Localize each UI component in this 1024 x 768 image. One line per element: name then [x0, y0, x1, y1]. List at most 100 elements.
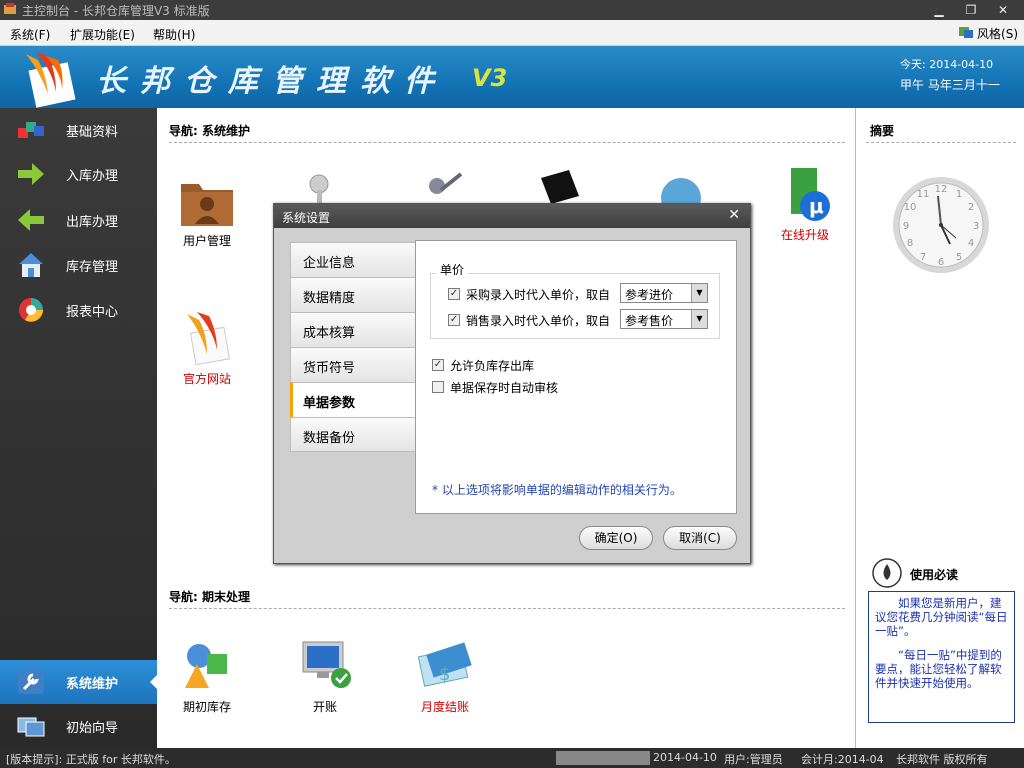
minimize-button[interactable]: ▁: [928, 2, 950, 18]
settings-tabs: 企业信息 数据精度 成本核算 货币符号 单据参数 数据备份: [290, 242, 416, 452]
windows-icon: [16, 712, 46, 740]
svg-text:2: 2: [968, 202, 974, 213]
chevron-down-icon: ▼: [691, 284, 707, 302]
svg-text:4: 4: [968, 238, 974, 249]
tile-label: 开账: [312, 700, 337, 714]
divider: [169, 142, 845, 143]
sidebar-item-label: 库存管理: [66, 260, 119, 275]
tile-user-management[interactable]: 用户管理: [167, 172, 247, 249]
tips-paragraph-2: “每日一贴”中提到的要点，能让您轻松了解软件并快速开始使用。: [875, 648, 1002, 690]
tile-label: 官方网站: [182, 372, 231, 386]
info-drop-icon: [872, 558, 902, 588]
select-value: 参考进价: [625, 288, 674, 302]
status-user: 用户:管理员: [724, 753, 783, 766]
document-params-panel: 单价 ✓ 采购录入时代入单价，取自 参考进价 ▼ ✓ 销售录入时代入单价，取自 …: [415, 240, 737, 514]
shapes-icon: [177, 638, 237, 694]
sidebar-item-basic-data[interactable]: 基础资料: [0, 108, 157, 152]
svg-text:12: 12: [935, 184, 948, 195]
tile-label: 在线升级: [780, 228, 829, 242]
svg-text:3: 3: [973, 221, 979, 232]
wrench-icon: [16, 668, 46, 696]
allow-negative-label: 允许负库存出库: [450, 359, 535, 373]
tab-cost-accounting[interactable]: 成本核算: [290, 312, 416, 347]
purchase-price-checkbox[interactable]: ✓: [448, 288, 460, 300]
globe-icon: [653, 174, 703, 218]
style-icon: [958, 24, 974, 43]
maximize-button[interactable]: ❐: [960, 2, 982, 18]
tab-company-info[interactable]: 企业信息: [290, 242, 416, 277]
monitor-icon: [535, 168, 585, 204]
tile-month-closing[interactable]: $ 月度结账: [405, 638, 485, 715]
svg-text:11: 11: [917, 189, 930, 200]
auto-audit-checkbox[interactable]: [432, 381, 444, 393]
window-title: 主控制台 - 长邦仓库管理V3 标准版: [22, 4, 210, 18]
tips-box: 如果您是新用户，建议您花费几分钟阅读“每日一贴”。 “每日一贴”中提到的要点，能…: [868, 591, 1015, 723]
logo-icon: [177, 310, 237, 366]
header-banner: 长邦仓库管理软件 V3 今天: 2014-04-10 甲午 马年三月十一: [0, 46, 1024, 108]
chevron-down-icon: ▼: [691, 310, 707, 328]
ok-button[interactable]: 确定(O): [579, 526, 653, 550]
tab-data-backup[interactable]: 数据备份: [290, 417, 416, 452]
summary-title: 摘要: [870, 124, 895, 138]
title-bar: 主控制台 - 长邦仓库管理V3 标准版 ▁ ❐ ✕: [0, 0, 1024, 20]
tile-opening-stock[interactable]: 期初库存: [167, 638, 247, 715]
dialog-title: 系统设置: [282, 211, 331, 225]
tab-document-params[interactable]: 单据参数: [290, 382, 416, 417]
svg-text:6: 6: [938, 257, 944, 268]
sidebar-item-label: 系统维护: [66, 677, 119, 692]
dialog-close-icon[interactable]: ✕: [728, 207, 740, 223]
sidebar-item-stock-out[interactable]: 出库办理: [0, 198, 157, 242]
status-bar: [版本提示]: 正式版 for 长邦软件。 2014-04-10 用户:管理员 …: [0, 748, 1024, 768]
app-version: V3: [472, 64, 508, 92]
menu-help[interactable]: 帮助(H): [153, 26, 195, 43]
tab-data-precision[interactable]: 数据精度: [290, 277, 416, 312]
status-period: 会计月:2014-04: [801, 753, 884, 766]
nav-system-title: 导航: 系统维护: [169, 124, 250, 138]
tab-currency-symbol[interactable]: 货币符号: [290, 347, 416, 382]
menu-system[interactable]: 系统(F): [10, 26, 50, 43]
app-title: 长邦仓库管理软件: [96, 64, 448, 99]
svg-text:7: 7: [920, 252, 926, 263]
style-label: 风格(S): [977, 27, 1018, 41]
house-icon: [16, 251, 46, 279]
tile-official-site[interactable]: 官方网站: [167, 310, 247, 387]
cancel-button[interactable]: 取消(C): [663, 526, 737, 550]
sales-price-checkbox[interactable]: ✓: [448, 314, 460, 326]
monitor-check-icon: [295, 638, 355, 694]
svg-text:μ: μ: [809, 194, 824, 218]
style-button[interactable]: 风格(S): [958, 24, 1018, 43]
tile-open-account[interactable]: 开账: [285, 638, 365, 715]
sidebar-item-system-maintenance[interactable]: 系统维护: [0, 660, 158, 704]
sidebar-item-inventory[interactable]: 库存管理: [0, 243, 157, 287]
sidebar-item-label: 入库办理: [66, 169, 119, 184]
tile-online-upgrade[interactable]: μ 在线升级: [765, 166, 845, 243]
sidebar-item-init-wizard[interactable]: 初始向导: [0, 704, 157, 748]
upgrade-icon: μ: [775, 166, 835, 222]
close-window-button[interactable]: ✕: [992, 2, 1014, 18]
arrow-right-icon: [16, 160, 46, 188]
divider: [169, 608, 845, 609]
sidebar-item-reports[interactable]: 报表中心: [0, 288, 157, 332]
progress-bar: [556, 751, 650, 765]
money-card-icon: $: [415, 638, 475, 694]
sidebar-item-label: 报表中心: [66, 305, 119, 320]
sales-price-select[interactable]: 参考售价 ▼: [620, 309, 708, 329]
key-icon: [301, 170, 341, 206]
allow-negative-checkbox[interactable]: ✓: [432, 359, 444, 371]
menu-extensions[interactable]: 扩展功能(E): [70, 26, 135, 43]
lunar-date: 甲午 马年三月十一: [900, 78, 1000, 92]
purchase-price-select[interactable]: 参考进价 ▼: [620, 283, 708, 303]
sidebar-item-label: 初始向导: [66, 721, 119, 736]
sidebar-item-stock-in[interactable]: 入库办理: [0, 152, 157, 196]
svg-text:8: 8: [907, 238, 913, 249]
tips-title: 使用必读: [910, 568, 959, 582]
divider: [866, 142, 1016, 143]
today-date: 今天: 2014-04-10: [900, 58, 994, 71]
select-value: 参考售价: [625, 314, 674, 328]
tile-label: 月度结账: [420, 700, 469, 714]
arrow-left-icon: [16, 206, 46, 234]
cubes-icon: [16, 116, 46, 144]
sidebar-item-label: 出库办理: [66, 215, 119, 230]
clock-icon: 12 1 2 3 45 6 78 9 10 11: [890, 174, 992, 276]
tile-label: 期初库存: [182, 700, 231, 714]
